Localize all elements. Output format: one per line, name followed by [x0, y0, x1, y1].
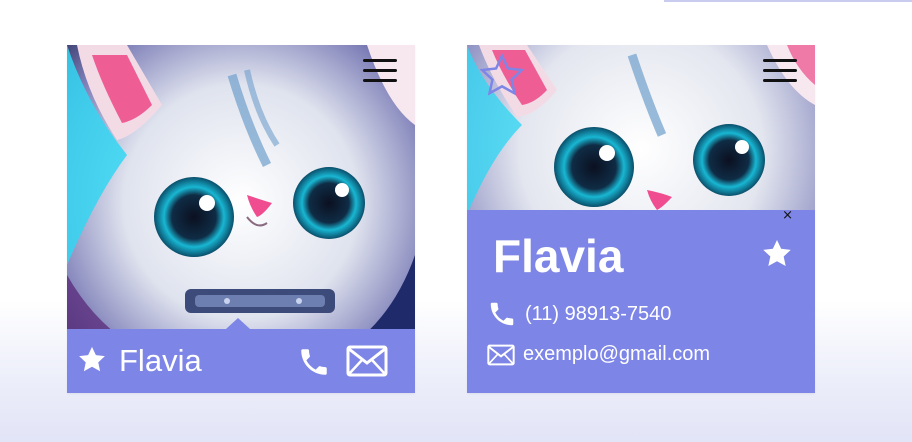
phone-number: (11) 98913-7540 — [525, 302, 672, 325]
contact-card-collapsed[interactable]: Flavia — [67, 45, 415, 393]
star-outline-icon[interactable] — [479, 53, 525, 99]
phone-icon[interactable] — [297, 345, 331, 379]
close-icon[interactable]: × — [782, 208, 793, 224]
card-bottom-bar: Flavia — [67, 318, 415, 393]
hamburger-menu-icon[interactable] — [361, 57, 399, 87]
phone-icon — [490, 302, 514, 326]
email-address: exemplo@gmail.com — [523, 343, 711, 365]
star-icon[interactable] — [77, 345, 107, 375]
contact-name: Flavia — [119, 343, 202, 378]
contact-name: Flavia — [493, 230, 624, 282]
bar-notch — [226, 318, 250, 329]
email-row[interactable]: exemplo@gmail.com — [487, 343, 710, 366]
mail-icon[interactable] — [346, 345, 388, 377]
star-icon[interactable] — [761, 238, 793, 270]
top-accent-line — [664, 0, 912, 2]
mail-icon — [487, 344, 515, 365]
contact-card-expanded[interactable]: × Flavia (11) 98913-7540 exemplo@gmail.c… — [467, 45, 815, 393]
phone-row[interactable]: (11) 98913-7540 — [487, 299, 671, 329]
contact-details-panel: × Flavia (11) 98913-7540 exemplo@gmail.c… — [467, 208, 815, 393]
hamburger-menu-icon[interactable] — [761, 57, 799, 87]
